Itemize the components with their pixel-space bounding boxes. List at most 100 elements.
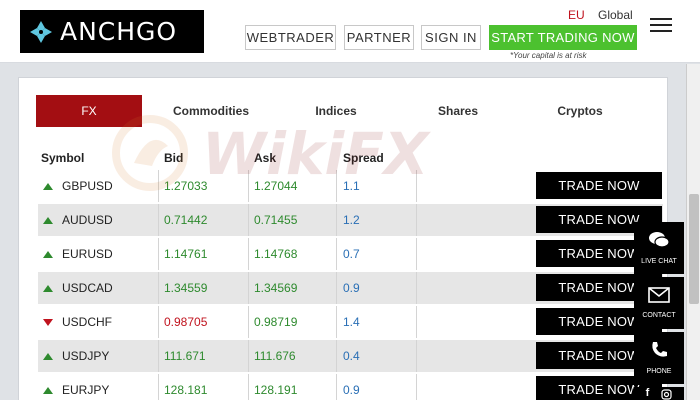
page-scrollbar[interactable] xyxy=(686,64,700,400)
bid-cell: 0.71442 xyxy=(164,213,208,227)
table-row: EURJPY 128.181 128.191 0.9 TRADE NOW xyxy=(38,374,663,400)
column-header-bid: Bid xyxy=(164,151,184,165)
logo-mark-icon xyxy=(26,17,56,47)
table-row: GBPUSD 1.27033 1.27044 1.1 TRADE NOW xyxy=(38,170,663,202)
symbol-cell[interactable]: USDCHF xyxy=(62,306,112,338)
column-divider xyxy=(336,340,337,372)
column-divider xyxy=(416,306,417,338)
envelope-icon xyxy=(648,287,670,308)
table-row: USDCHF 0.98705 0.98719 1.4 TRADE NOW xyxy=(38,306,663,338)
phone-icon xyxy=(650,341,668,364)
column-divider xyxy=(416,170,417,202)
column-header-symbol: Symbol xyxy=(41,151,85,165)
column-divider xyxy=(248,170,249,202)
arrow-up-icon xyxy=(43,170,53,202)
bid-cell: 0.98705 xyxy=(164,315,208,329)
symbol-cell[interactable]: USDCAD xyxy=(62,272,113,304)
region-selector[interactable]: EU xyxy=(568,8,585,22)
symbol-cell[interactable]: EURUSD xyxy=(62,238,113,270)
contact-button[interactable]: CONTACT xyxy=(634,277,684,329)
bid-cell: 1.14761 xyxy=(164,247,208,261)
symbol-cell[interactable]: GBPUSD xyxy=(62,170,113,202)
social-bar: f xyxy=(634,387,684,400)
column-divider xyxy=(336,204,337,236)
column-divider xyxy=(248,238,249,270)
site-header: ANCHGO EU Global WEBTRADER PARTNER SIGN … xyxy=(0,0,700,63)
tab-indices[interactable]: Indices xyxy=(281,95,391,127)
live-chat-label: LIVE CHAT xyxy=(641,258,677,265)
tab-cryptos[interactable]: Cryptos xyxy=(524,95,636,127)
contact-label: CONTACT xyxy=(642,312,676,319)
tab-shares[interactable]: Shares xyxy=(403,95,513,127)
table-row: USDJPY 111.671 111.676 0.4 TRADE NOW xyxy=(38,340,663,372)
column-divider xyxy=(416,272,417,304)
brand-logo[interactable]: ANCHGO xyxy=(20,10,204,53)
spread-cell: 1.4 xyxy=(343,315,360,329)
facebook-icon[interactable]: f xyxy=(646,387,650,399)
ask-cell: 0.71455 xyxy=(254,213,298,227)
phone-button[interactable]: PHONE xyxy=(634,332,684,384)
market-panel: FX Commodities Indices Shares Cryptos Sy… xyxy=(18,77,668,400)
tab-fx[interactable]: FX xyxy=(36,95,142,127)
webtrader-button[interactable]: WEBTRADER xyxy=(245,25,336,50)
ask-cell: 111.676 xyxy=(254,349,296,363)
ask-cell: 128.191 xyxy=(254,383,298,397)
tab-commodities[interactable]: Commodities xyxy=(156,95,266,127)
column-divider xyxy=(336,306,337,338)
column-divider xyxy=(336,374,337,400)
spread-cell: 1.1 xyxy=(343,179,360,193)
column-divider xyxy=(336,238,337,270)
column-header-ask: Ask xyxy=(254,151,277,165)
table-row: USDCAD 1.34559 1.34569 0.9 TRADE NOW xyxy=(38,272,663,304)
live-chat-button[interactable]: LIVE CHAT xyxy=(634,222,684,274)
symbol-cell[interactable]: AUDUSD xyxy=(62,204,113,236)
instagram-icon[interactable] xyxy=(661,387,672,400)
bid-cell: 1.27033 xyxy=(164,179,208,193)
spread-cell: 1.2 xyxy=(343,213,360,227)
spread-cell: 0.4 xyxy=(343,349,360,363)
bid-cell: 1.34559 xyxy=(164,281,208,295)
bid-cell: 111.671 xyxy=(164,349,206,363)
column-divider xyxy=(158,340,159,372)
column-divider xyxy=(158,170,159,202)
column-header-spread: Spread xyxy=(343,151,384,165)
symbol-cell[interactable]: EURJPY xyxy=(62,374,109,400)
arrow-down-icon xyxy=(43,306,53,338)
menu-hamburger-icon[interactable] xyxy=(650,18,672,36)
ask-cell: 0.98719 xyxy=(254,315,298,329)
arrow-up-icon xyxy=(43,238,53,270)
ask-cell: 1.27044 xyxy=(254,179,298,193)
column-divider xyxy=(248,340,249,372)
partner-button[interactable]: PARTNER xyxy=(344,25,414,50)
symbol-cell[interactable]: USDJPY xyxy=(62,340,109,372)
column-divider xyxy=(158,272,159,304)
column-divider xyxy=(336,170,337,202)
column-divider xyxy=(248,374,249,400)
column-divider xyxy=(336,272,337,304)
column-divider xyxy=(248,306,249,338)
ask-cell: 1.34569 xyxy=(254,281,298,295)
scrollbar-thumb[interactable] xyxy=(689,194,699,304)
column-divider xyxy=(416,374,417,400)
column-divider xyxy=(248,272,249,304)
arrow-up-icon xyxy=(43,374,53,400)
table-row: EURUSD 1.14761 1.14768 0.7 TRADE NOW xyxy=(38,238,663,270)
arrow-up-icon xyxy=(43,204,53,236)
column-divider xyxy=(158,204,159,236)
column-divider xyxy=(416,238,417,270)
spread-cell: 0.9 xyxy=(343,281,360,295)
arrow-up-icon xyxy=(43,272,53,304)
column-divider xyxy=(158,238,159,270)
chat-icon xyxy=(648,231,670,254)
column-divider xyxy=(416,340,417,372)
start-trading-button[interactable]: START TRADING NOW xyxy=(489,25,637,50)
sign-in-button[interactable]: SIGN IN xyxy=(421,25,481,50)
risk-disclaimer: *Your capital is at risk xyxy=(510,51,587,60)
bid-cell: 128.181 xyxy=(164,383,208,397)
column-divider xyxy=(158,306,159,338)
trade-now-button[interactable]: TRADE NOW xyxy=(536,172,662,199)
spread-cell: 0.7 xyxy=(343,247,360,261)
arrow-up-icon xyxy=(43,340,53,372)
logo-text: ANCHGO xyxy=(60,17,178,46)
language-selector[interactable]: Global xyxy=(598,8,633,22)
